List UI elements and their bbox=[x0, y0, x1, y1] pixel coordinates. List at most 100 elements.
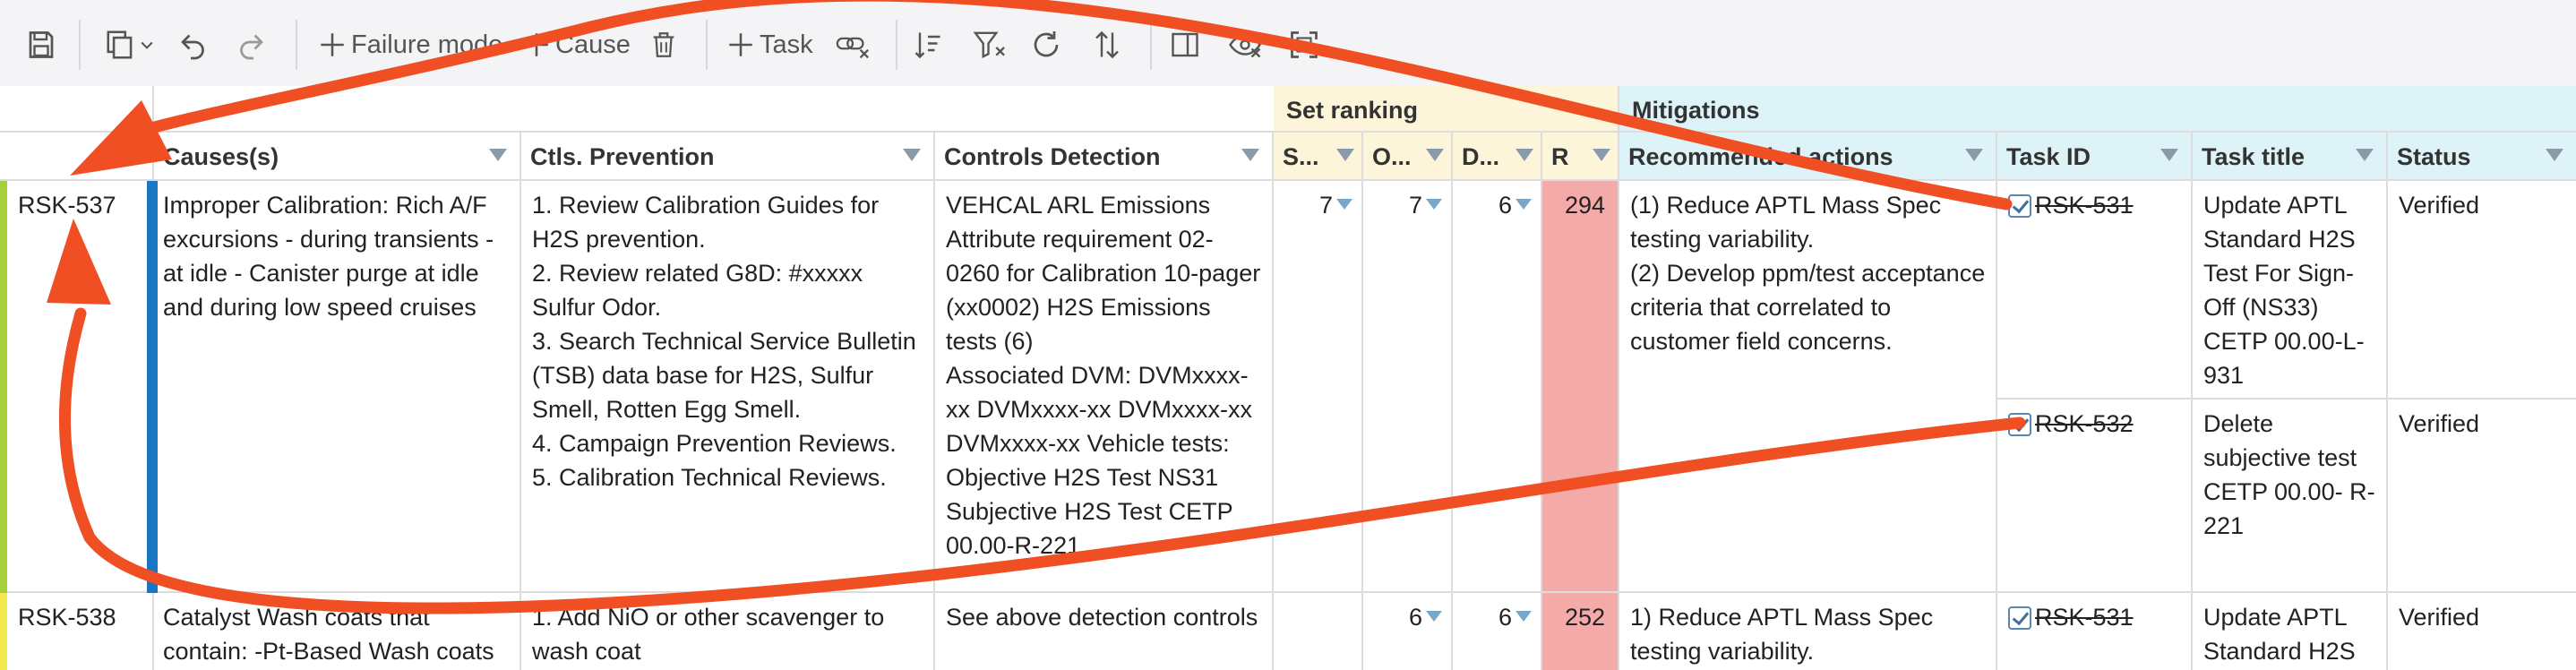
save-button[interactable] bbox=[25, 21, 57, 68]
task-id-cell[interactable]: RSK-531 bbox=[1997, 181, 2193, 399]
sort-button[interactable] bbox=[912, 21, 944, 68]
task-title-cell[interactable]: Update APTL Standard H2S bbox=[2193, 593, 2388, 670]
filter-icon[interactable] bbox=[1426, 149, 1444, 161]
unlink-button[interactable] bbox=[835, 21, 871, 68]
filter-icon[interactable] bbox=[903, 149, 921, 161]
checkbox-checked-icon[interactable] bbox=[2008, 194, 2031, 218]
column-header-task-id[interactable]: Task ID bbox=[1997, 133, 2193, 181]
column-header-task-title[interactable]: Task title bbox=[2193, 133, 2388, 181]
task-status-cell[interactable]: Verified bbox=[2388, 399, 2576, 593]
cause-cell[interactable]: Improper Calibration: Rich A/F excursion… bbox=[158, 181, 521, 593]
reorder-button[interactable] bbox=[1091, 21, 1123, 68]
fullscreen-button[interactable] bbox=[1288, 21, 1320, 68]
prevention-cell[interactable]: 1. Review Calibration Guides for H2S pre… bbox=[521, 181, 935, 593]
column-header-prevention[interactable]: Ctls. Prevention bbox=[521, 133, 935, 181]
prevention-line: 5. Calibration Technical Reviews. bbox=[532, 464, 887, 491]
detection-rank-select[interactable]: 6 bbox=[1453, 181, 1542, 593]
add-failure-mode-button[interactable]: Failure mode bbox=[317, 21, 502, 68]
occurrence-value: 7 bbox=[1408, 192, 1422, 219]
task-id-link[interactable]: RSK-532 bbox=[2035, 410, 2134, 437]
add-cause-label: Cause bbox=[555, 30, 631, 59]
delete-button[interactable] bbox=[648, 21, 679, 68]
column-header-detection-rank[interactable]: D... bbox=[1453, 133, 1542, 181]
row-id-cell[interactable]: RSK-538 bbox=[7, 593, 154, 670]
swap-vertical-icon bbox=[1095, 30, 1119, 59]
action-line: (2) Develop ppm/test acceptance criteria… bbox=[1630, 260, 1986, 355]
prevention-line: 1. Add NiO or other scavenger to wash co… bbox=[532, 604, 885, 665]
dropdown-arrow-icon bbox=[1516, 199, 1532, 210]
prevention-cell[interactable]: 1. Add NiO or other scavenger to wash co… bbox=[521, 593, 935, 670]
row-id: RSK-538 bbox=[18, 604, 116, 631]
column-header-occurrence[interactable]: O... bbox=[1363, 133, 1453, 181]
task-id-link[interactable]: RSK-531 bbox=[2035, 604, 2134, 631]
rpn-cell: 252 bbox=[1542, 593, 1619, 670]
group-header-set-ranking: Set ranking bbox=[1274, 86, 1619, 133]
occurrence-select[interactable]: 6 bbox=[1363, 593, 1453, 670]
row-id: RSK-537 bbox=[18, 192, 116, 219]
detection-line: VEHCAL ARL Emissions Attribute requireme… bbox=[946, 192, 1261, 355]
task-id-cell[interactable]: RSK-531 bbox=[1997, 593, 2193, 670]
detection-cell[interactable]: VEHCAL ARL Emissions Attribute requireme… bbox=[935, 181, 1274, 593]
column-header-status-label: Status bbox=[2397, 143, 2471, 170]
column-header-detection-rank-label: D... bbox=[1462, 143, 1500, 170]
filter-icon[interactable] bbox=[1241, 149, 1259, 161]
copy-menu-button[interactable] bbox=[104, 21, 156, 68]
dropdown-arrow-icon bbox=[1336, 199, 1352, 210]
detection-line: Subjective H2S Test CETP 00.00-R-221 bbox=[946, 498, 1233, 559]
checkbox-checked-icon[interactable] bbox=[2008, 606, 2031, 630]
task-id-link[interactable]: RSK-531 bbox=[2035, 192, 2134, 219]
severity-select[interactable]: 7 bbox=[1274, 181, 1363, 593]
filter-icon[interactable] bbox=[1516, 149, 1533, 161]
column-header-rpn[interactable]: R bbox=[1542, 133, 1619, 181]
column-header-detection[interactable]: Controls Detection bbox=[935, 133, 1274, 181]
column-header-causes[interactable]: Causes(s) bbox=[154, 133, 521, 181]
task-title-cell[interactable]: Update APTL Standard H2S Test For Sign-O… bbox=[2193, 181, 2388, 399]
plus-icon bbox=[729, 33, 752, 56]
detection-rank-select[interactable]: 6 bbox=[1453, 593, 1542, 670]
column-header-causes-label: Causes(s) bbox=[163, 143, 279, 170]
checkbox-checked-icon[interactable] bbox=[2008, 413, 2031, 436]
column-header-rpn-label: R bbox=[1551, 143, 1569, 170]
task-status-cell[interactable]: Verified bbox=[2388, 181, 2576, 399]
group-header-blank-left bbox=[0, 86, 154, 133]
task-status: Verified bbox=[2399, 410, 2480, 437]
severity-select[interactable] bbox=[1274, 593, 1363, 670]
split-panel-icon bbox=[1172, 32, 1198, 57]
filter-icon[interactable] bbox=[1336, 149, 1354, 161]
filter-icon[interactable] bbox=[489, 149, 507, 161]
trash-icon bbox=[653, 32, 674, 57]
add-task-button[interactable]: Task bbox=[726, 21, 813, 68]
detection-cell[interactable]: See above detection controls bbox=[935, 593, 1274, 670]
filter-icon[interactable] bbox=[2546, 149, 2563, 161]
recommended-actions-cell[interactable]: (1) Reduce APTL Mass Spec testing variab… bbox=[1619, 181, 1997, 593]
undo-icon bbox=[181, 34, 204, 60]
filter-icon[interactable] bbox=[1593, 149, 1610, 161]
filter-icon[interactable] bbox=[2356, 149, 2374, 161]
detection-line: Associated DVM: DVMxxxx-xx DVMxxxx-xx DV… bbox=[946, 362, 1252, 491]
redo-button[interactable] bbox=[235, 21, 267, 68]
occurrence-select[interactable]: 7 bbox=[1363, 181, 1453, 593]
task-title: Delete subjective test CETP 00.00- R-221 bbox=[2203, 410, 2375, 539]
column-header-status[interactable]: Status bbox=[2388, 133, 2576, 181]
task-status-cell[interactable]: Verified bbox=[2388, 593, 2576, 670]
column-header-severity[interactable]: S... bbox=[1274, 133, 1363, 181]
split-view-button[interactable] bbox=[1168, 21, 1202, 68]
undo-button[interactable] bbox=[177, 21, 210, 68]
row-id-cell[interactable]: RSK-537 bbox=[7, 181, 154, 593]
column-header-recommended-actions[interactable]: Recommended actions bbox=[1619, 133, 1997, 181]
recommended-actions-cell[interactable]: 1) Reduce APTL Mass Spec testing variabi… bbox=[1619, 593, 1997, 670]
hide-columns-button[interactable] bbox=[1227, 21, 1263, 68]
clear-filter-button[interactable] bbox=[973, 21, 1007, 68]
task-title-cell[interactable]: Delete subjective test CETP 00.00- R-221 bbox=[2193, 399, 2388, 593]
group-header-blank bbox=[154, 86, 1274, 133]
dropdown-arrow-icon bbox=[1426, 199, 1442, 210]
plus-icon bbox=[321, 33, 344, 56]
filter-icon[interactable] bbox=[1965, 149, 1983, 161]
cause-cell[interactable]: Catalyst Wash coats that contain: -Pt-Ba… bbox=[154, 593, 521, 670]
filter-clear-icon bbox=[973, 31, 1005, 59]
refresh-button[interactable] bbox=[1030, 21, 1062, 68]
redo-icon bbox=[240, 34, 263, 60]
add-cause-button[interactable]: Cause bbox=[521, 21, 631, 68]
filter-icon[interactable] bbox=[2160, 149, 2178, 161]
task-id-cell[interactable]: RSK-532 bbox=[1997, 399, 2193, 593]
